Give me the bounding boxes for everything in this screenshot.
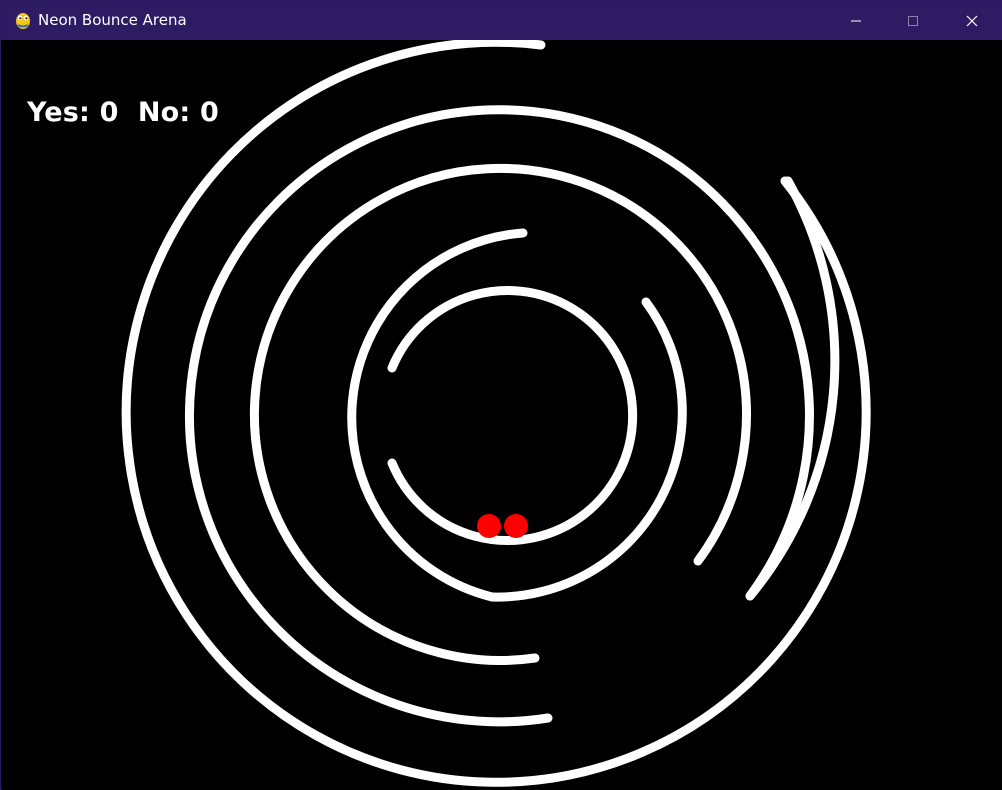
- title-bar[interactable]: Neon Bounce Arena: [1, 1, 1002, 40]
- no-label: No:: [137, 97, 191, 128]
- game-canvas[interactable]: [2, 40, 1002, 790]
- rings-group: [121, 40, 871, 787]
- ring-3-segment-main: [249, 163, 751, 665]
- ring-4-segment-bottom: [487, 297, 687, 602]
- window-title: Neon Bounce Arena: [38, 11, 187, 29]
- ball: [504, 514, 528, 538]
- no-count: 0: [200, 97, 220, 128]
- balls-group: [477, 514, 528, 538]
- pygame-snake-icon: [16, 13, 30, 29]
- scoreboard: Yes: 0 No: 0: [27, 97, 219, 128]
- maximize-icon: [908, 15, 918, 26]
- minimize-icon: [851, 20, 861, 21]
- maximize-button[interactable]: [884, 1, 942, 40]
- minimize-button[interactable]: [827, 1, 885, 40]
- yes-label: Yes:: [27, 97, 91, 128]
- ring-outer-segment-main: [121, 40, 871, 787]
- ring-maze: [121, 40, 871, 787]
- ring-inner-segment-main: [387, 286, 638, 545]
- ball: [477, 514, 501, 538]
- close-icon: [966, 15, 978, 26]
- ring-2-segment-main: [184, 105, 814, 727]
- close-button[interactable]: [943, 1, 1001, 40]
- game-window: Neon Bounce Arena Yes: 0 No: 0: [0, 0, 1002, 790]
- yes-count: 0: [99, 97, 119, 128]
